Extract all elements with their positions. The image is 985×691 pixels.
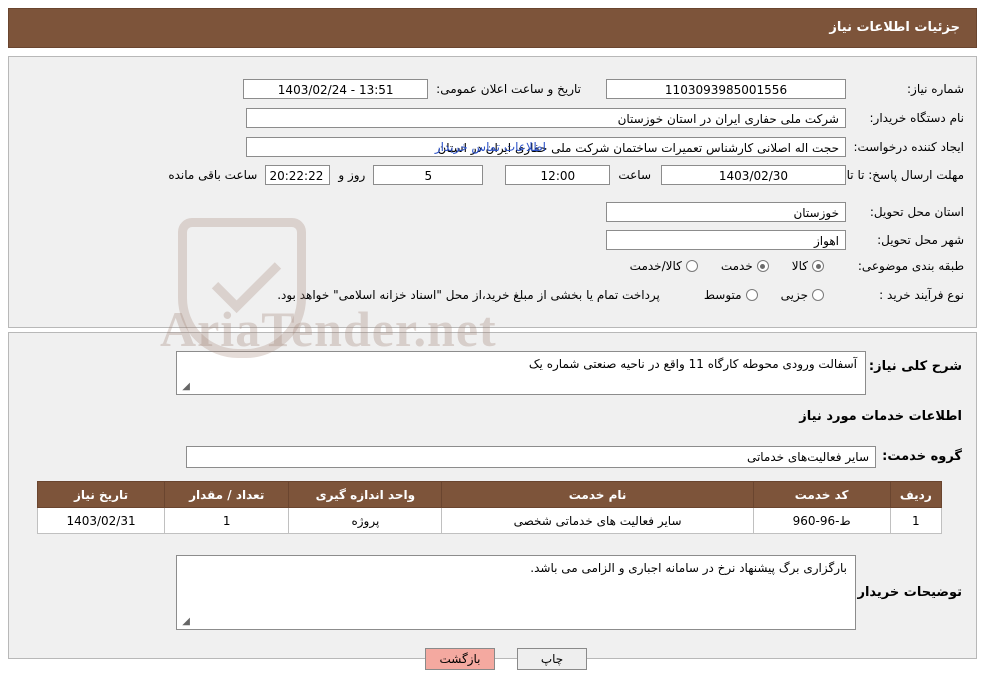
category-option-khedmat[interactable]: خدمت xyxy=(721,259,769,273)
print-button[interactable]: چاپ xyxy=(517,648,587,670)
radio-icon[interactable] xyxy=(812,260,824,272)
buyer-notes-label: توضیحات خریدار: xyxy=(852,585,962,600)
city-label: شهر محل تحویل: xyxy=(877,233,964,247)
process-option-motevaset[interactable]: متوسط xyxy=(704,288,758,302)
requester-row: ایجاد کننده درخواست: حجت اله اصلانی کارش… xyxy=(246,137,964,157)
service-group-label: گروه خدمت: xyxy=(882,449,962,464)
resize-grip-icon[interactable]: ◢ xyxy=(180,617,190,627)
radio-icon[interactable] xyxy=(745,289,758,301)
province-row: استان محل تحویل: خوزستان xyxy=(606,202,964,222)
deadline-label: مهلت ارسال پاسخ: تا تاریخ: xyxy=(825,168,964,182)
process-label: نوع فرآیند خرید : xyxy=(879,288,964,302)
need-details-panel: شرح کلی نیاز: آسفالت ورودی محوطه کارگاه … xyxy=(8,332,977,659)
remaining-days-label: روز و xyxy=(338,168,366,182)
buyer-contact-link[interactable]: اطلاعات تماس خریدار xyxy=(435,140,546,154)
radio-icon[interactable] xyxy=(756,260,769,272)
th-code: کد خدمت xyxy=(752,481,891,508)
service-group-value: سایر فعالیت‌های خدماتی xyxy=(186,446,876,468)
need-number-value: 1103093985001556 xyxy=(606,79,846,99)
announce-datetime-row: تاریخ و ساعت اعلان عمومی: 13:51 - 1403/0… xyxy=(243,79,581,99)
province-label: استان محل تحویل: xyxy=(869,205,964,219)
category-option-kala-khedmat-label: کالا/خدمت xyxy=(629,259,682,273)
city-row: شهر محل تحویل: اهواز xyxy=(606,230,964,250)
cell-unit: پروژه xyxy=(288,507,443,534)
announce-datetime-label: تاریخ و ساعت اعلان عمومی: xyxy=(436,82,581,96)
province-value: خوزستان xyxy=(606,202,846,222)
remaining-days-value: 5 xyxy=(373,165,484,185)
services-table: ردیف کد خدمت نام خدمت واحد اندازه گیری ت… xyxy=(36,481,943,534)
category-row: طبقه بندی موضوعی: کالا خدمت کالا/خدمت xyxy=(612,259,964,273)
cell-code: ط-96-960 xyxy=(752,507,891,534)
cell-date: 1403/02/31 xyxy=(36,507,166,534)
buyer-org-label: نام دستگاه خریدار: xyxy=(869,111,965,125)
th-unit: واحد اندازه گیری xyxy=(288,481,443,508)
deadline-date-value: 1403/02/30 xyxy=(661,165,846,185)
th-row: ردیف xyxy=(889,481,943,508)
category-option-khedmat-label: خدمت xyxy=(720,259,753,273)
remaining-countdown-value: 20:22:22 xyxy=(265,165,331,185)
buyer-org-row: نام دستگاه خریدار: شرکت ملی حفاری ایران … xyxy=(246,108,964,128)
payment-note: پرداخت تمام یا بخشی از مبلغ خرید،از محل … xyxy=(277,288,660,302)
back-button[interactable]: بازگشت xyxy=(425,648,495,670)
category-option-kala-khedmat[interactable]: کالا/خدمت xyxy=(630,259,698,273)
category-label: طبقه بندی موضوعی: xyxy=(857,259,964,273)
category-option-kala[interactable]: کالا xyxy=(792,259,824,273)
radio-icon[interactable] xyxy=(812,289,824,301)
process-radio-group[interactable]: جزیی متوسط xyxy=(686,288,824,302)
process-option-jozi-label: جزیی xyxy=(780,288,808,302)
resize-grip-icon[interactable]: ◢ xyxy=(180,382,190,392)
deadline-time-value: 12:00 xyxy=(505,165,611,185)
buyer-org-value: شرکت ملی حفاری ایران در استان خوزستان xyxy=(246,108,846,128)
services-section-title: اطلاعات خدمات مورد نیاز xyxy=(799,409,962,424)
buyer-notes-text: بارگزاری برگ پیشنهاد نرخ در سامانه اجبار… xyxy=(530,561,847,575)
requester-label: ایجاد کننده درخواست: xyxy=(853,140,964,154)
category-radio-group[interactable]: کالا خدمت کالا/خدمت xyxy=(612,259,824,273)
buyer-notes-box: بارگزاری برگ پیشنهاد نرخ در سامانه اجبار… xyxy=(176,555,856,630)
page-root: جزئیات اطلاعات نیاز شماره نیاز: 11030939… xyxy=(0,0,985,691)
table-header-row: ردیف کد خدمت نام خدمت واحد اندازه گیری ت… xyxy=(36,481,943,508)
page-header-bar: جزئیات اطلاعات نیاز xyxy=(8,8,977,48)
cell-name: سایر فعالیت های خدماتی شخصی xyxy=(441,507,754,534)
city-value: اهواز xyxy=(606,230,846,250)
need-number-row: شماره نیاز: 1103093985001556 xyxy=(606,79,964,99)
need-summary-panel: شماره نیاز: 1103093985001556 تاریخ و ساع… xyxy=(8,56,977,328)
general-desc-text: آسفالت ورودی محوطه کارگاه 11 واقع در ناح… xyxy=(528,357,857,371)
requester-value: حجت اله اصلانی کارشناس تعمیرات ساختمان ش… xyxy=(246,137,846,157)
cell-qty: 1 xyxy=(164,507,290,534)
th-date: تاریخ نیاز xyxy=(36,481,166,508)
general-desc-label: شرح کلی نیاز: xyxy=(868,359,962,374)
buyer-contact-link-wrap[interactable]: اطلاعات تماس خریدار xyxy=(435,140,546,154)
general-desc-box: آسفالت ورودی محوطه کارگاه 11 واقع در ناح… xyxy=(176,351,866,395)
time-label: ساعت xyxy=(618,168,651,182)
process-option-jozi[interactable]: جزیی xyxy=(781,288,824,302)
th-name: نام خدمت xyxy=(441,481,754,508)
remaining-label: ساعت باقی مانده xyxy=(168,168,258,182)
category-option-kala-label: کالا xyxy=(791,259,808,273)
cell-row: 1 xyxy=(889,507,943,534)
th-qty: تعداد / مقدار xyxy=(164,481,290,508)
announce-datetime-value: 13:51 - 1403/02/24 xyxy=(243,79,429,99)
page-title: جزئیات اطلاعات نیاز xyxy=(829,20,960,35)
table-row: 1 ط-96-960 سایر فعالیت های خدماتی شخصی پ… xyxy=(36,507,943,534)
need-number-label: شماره نیاز: xyxy=(907,82,964,96)
process-row: نوع فرآیند خرید : جزیی متوسط پرداخت تمام… xyxy=(277,288,964,302)
radio-icon[interactable] xyxy=(685,260,698,272)
process-option-motevaset-label: متوسط xyxy=(703,288,742,302)
deadline-row: مهلت ارسال پاسخ: تا تاریخ: 1403/02/30 سا… xyxy=(168,165,964,185)
